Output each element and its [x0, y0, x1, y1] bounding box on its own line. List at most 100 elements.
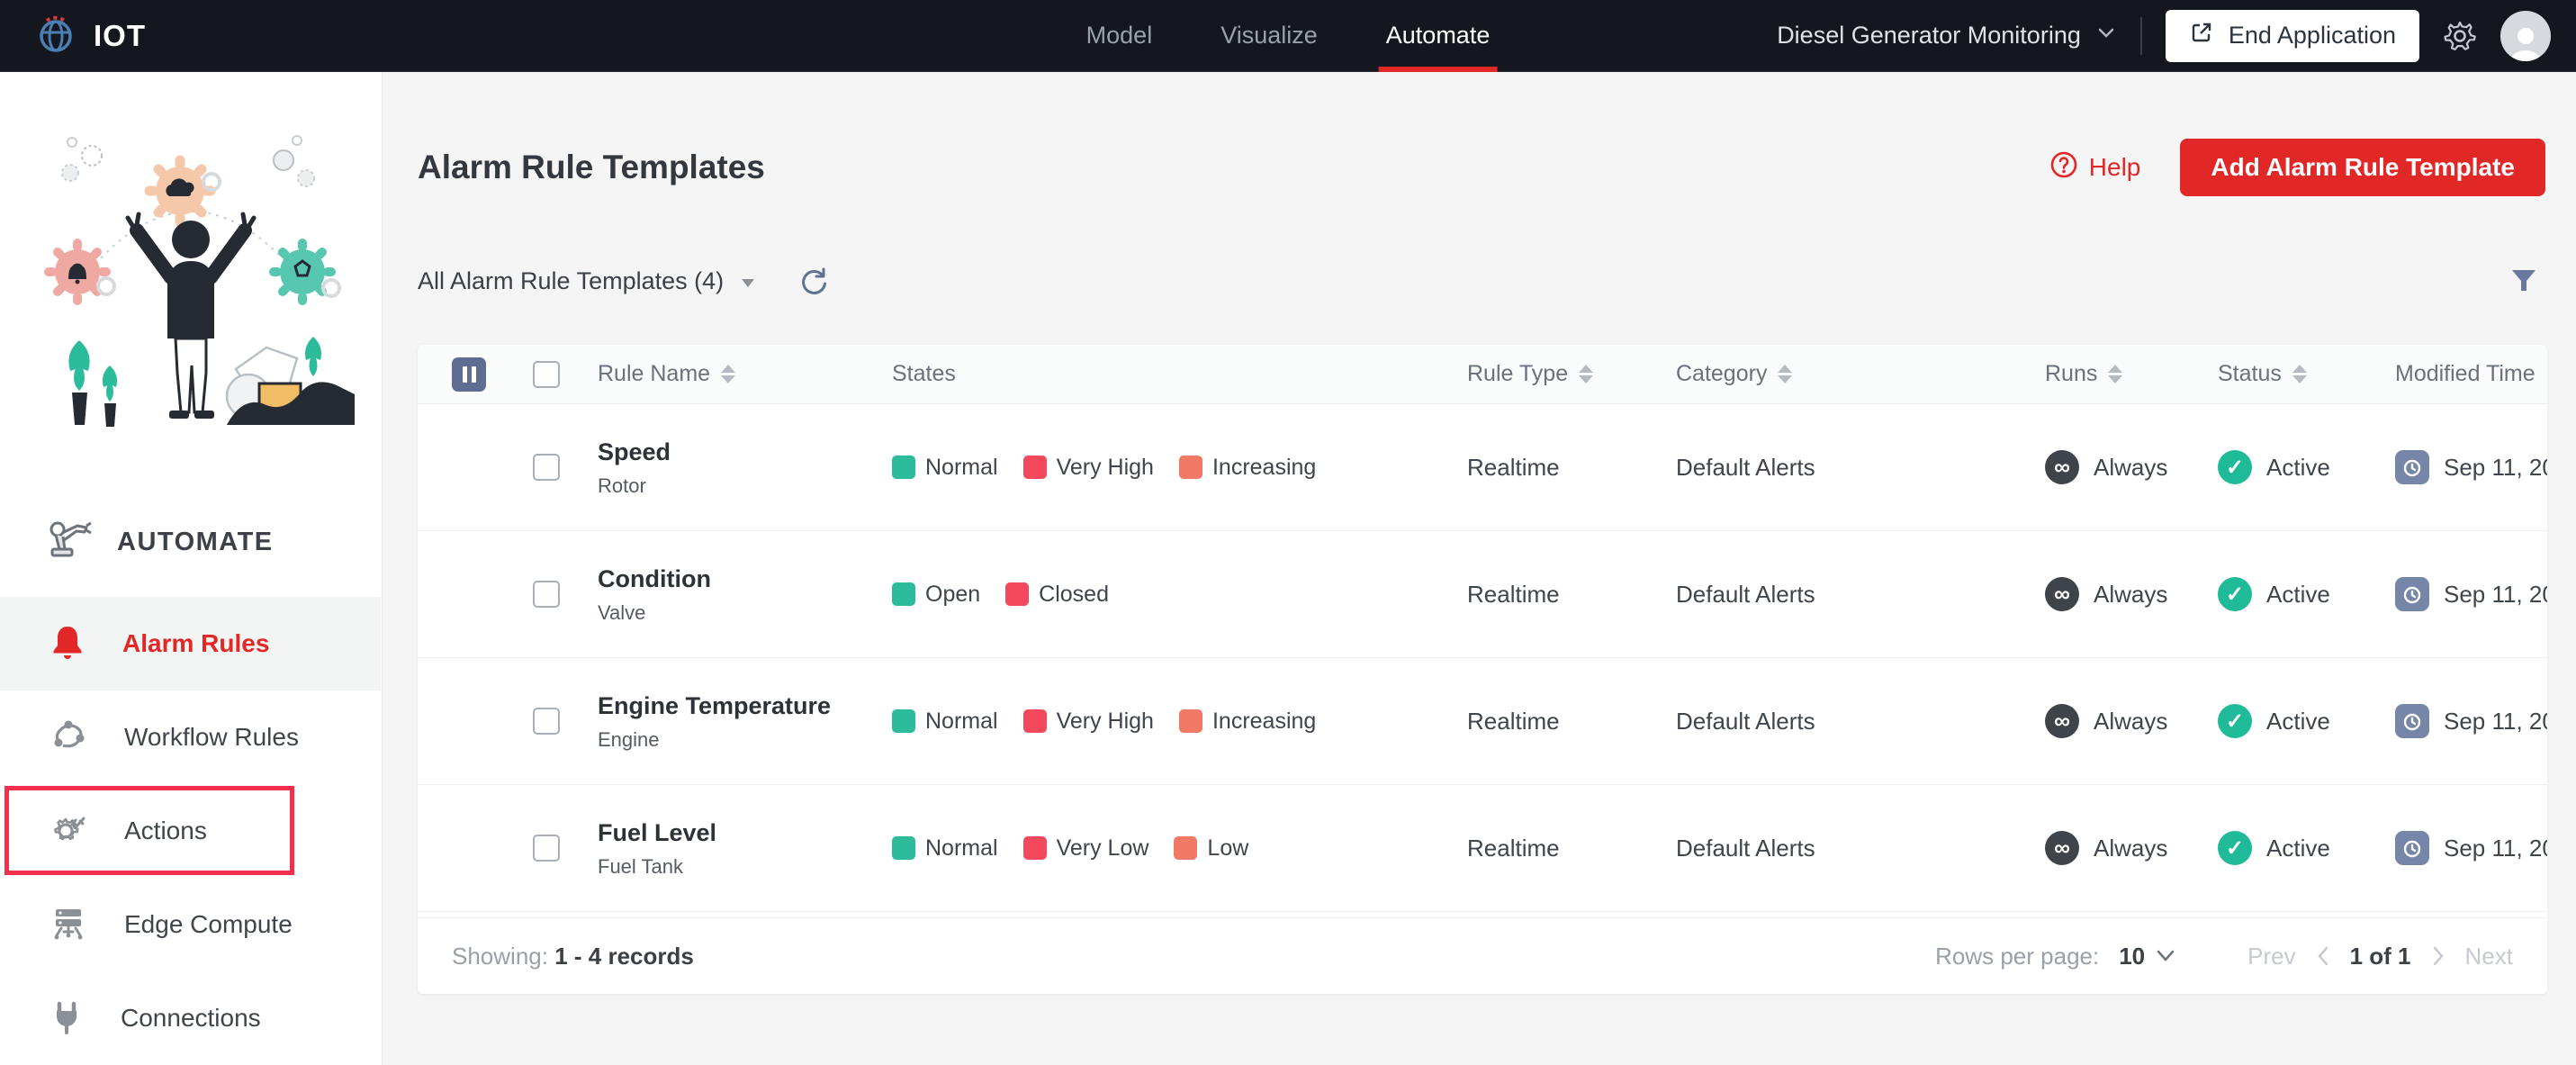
settings-gear-icon[interactable] — [2443, 19, 2477, 53]
app-selector-label: Diesel Generator Monitoring — [1777, 22, 2081, 50]
row-checkbox-cell — [517, 708, 576, 735]
end-application-label: End Application — [2229, 22, 2396, 50]
modified-time-clock-icon — [2395, 704, 2429, 738]
chevron-down-icon — [2095, 22, 2117, 50]
column-header-rule-name[interactable]: Rule Name — [576, 361, 878, 387]
state-chip: Very High — [1023, 455, 1154, 481]
sidebar-item-label: Workflow Rules — [124, 723, 299, 752]
rule-name-cell[interactable]: SpeedRotor — [576, 437, 878, 497]
chevron-right-icon[interactable] — [2431, 945, 2445, 967]
nav-tab-model[interactable]: Model — [1086, 0, 1153, 72]
refresh-icon[interactable] — [797, 265, 830, 297]
navbar-divider — [2140, 17, 2142, 55]
modified-time-clock-icon — [2395, 831, 2429, 865]
column-header-category[interactable]: Category — [1662, 361, 2031, 387]
modified-time-cell: Sep 11, 202 — [2383, 831, 2547, 865]
sidebar-item-actions[interactable]: Actions — [0, 784, 381, 878]
template-filter-label: All Alarm Rule Templates (4) — [418, 267, 724, 295]
rule-asset: Valve — [598, 601, 878, 625]
rule-type-cell: Realtime — [1455, 454, 1662, 482]
alarm-rule-templates-table: Rule NameStates Rule Type CategoryRuns Stat… — [418, 345, 2547, 994]
sidebar-item-edge-compute[interactable]: Edge Compute — [0, 878, 381, 971]
state-color-swatch — [892, 836, 915, 860]
sort-icon[interactable] — [1778, 365, 1792, 384]
state-color-swatch — [1174, 836, 1197, 860]
robot-arm-icon — [47, 520, 94, 564]
column-header-label: Modified Time — [2395, 361, 2535, 387]
state-chip: Normal — [892, 708, 998, 735]
states-cell: OpenClosed — [878, 582, 1455, 608]
header-checkbox-cell — [517, 361, 576, 388]
column-header-status[interactable]: Status — [2207, 361, 2383, 387]
sort-icon[interactable] — [1579, 365, 1593, 384]
row-checkbox[interactable] — [533, 835, 560, 862]
sidebar-item-alarm-rules[interactable]: Alarm Rules — [0, 597, 381, 690]
nav-tab-visualize[interactable]: Visualize — [1220, 0, 1318, 72]
state-color-swatch — [1023, 709, 1047, 733]
page-indicator: 1 of 1 — [2350, 943, 2411, 970]
state-label: Increasing — [1212, 455, 1316, 481]
rule-type-cell: Realtime — [1455, 581, 1662, 609]
rule-name-cell[interactable]: Fuel LevelFuel Tank — [576, 817, 878, 878]
filter-funnel-icon[interactable] — [2509, 266, 2538, 295]
top-navbar: IOT Model Visualize Automate Diesel Genera… — [0, 0, 2576, 72]
sort-icon[interactable] — [2108, 365, 2122, 384]
help-question-icon — [2049, 150, 2078, 185]
states-cell: NormalVery HighIncreasing — [878, 708, 1455, 735]
runs-label: Always — [2094, 835, 2167, 862]
nav-tab-automate[interactable]: Automate — [1386, 0, 1491, 72]
column-header-label: Status — [2218, 361, 2282, 387]
status-label: Active — [2266, 454, 2330, 482]
app-selector-dropdown[interactable]: Diesel Generator Monitoring — [1777, 22, 2117, 50]
workflow-icon — [50, 719, 86, 756]
plug-icon — [50, 998, 83, 1039]
app-logo[interactable]: IOT — [34, 11, 146, 60]
modified-time-cell: Sep 11, 202 — [2383, 577, 2547, 611]
actions-gear-icon — [50, 812, 86, 851]
column-header-rule-type[interactable]: Rule Type — [1455, 361, 1662, 387]
rule-name-cell[interactable]: Condition Valve — [576, 564, 878, 624]
row-checkbox[interactable] — [533, 708, 560, 735]
row-checkbox-cell — [517, 581, 576, 608]
external-link-icon — [2189, 20, 2214, 51]
category-cell: Default Alerts — [1662, 454, 2031, 482]
sidebar-menu: Alarm Rules Workflow Rules ActionsEdge Com… — [0, 597, 381, 1065]
runs-label: Always — [2094, 581, 2167, 609]
prev-button[interactable]: Prev — [2247, 943, 2295, 970]
rule-name-cell[interactable]: Engine TemperatureEngine — [576, 690, 878, 751]
column-header-runs[interactable]: Runs — [2031, 361, 2207, 387]
select-all-checkbox[interactable] — [533, 361, 560, 388]
end-application-button[interactable]: End Application — [2166, 10, 2419, 62]
sidebar-item-workflow-rules[interactable]: Workflow Rules — [0, 690, 381, 784]
status-cell: ✓Active — [2207, 450, 2383, 484]
row-checkbox[interactable] — [533, 581, 560, 608]
rule-name: Condition — [598, 564, 878, 595]
help-link[interactable]: Help — [2049, 150, 2141, 185]
status-active-check-icon: ✓ — [2218, 577, 2252, 611]
state-label: Very High — [1057, 455, 1154, 481]
next-button[interactable]: Next — [2465, 943, 2513, 970]
rows-per-page-select[interactable]: 10 — [2119, 943, 2175, 970]
row-checkbox[interactable] — [533, 454, 560, 481]
state-color-swatch — [892, 582, 915, 606]
sort-icon[interactable] — [721, 365, 735, 384]
column-header-states: States — [878, 361, 1455, 387]
rule-asset: Fuel Tank — [598, 855, 878, 879]
main-content: Alarm Rule Templates Help Add Alarm Rule… — [383, 72, 2576, 1065]
column-picker-icon[interactable] — [452, 357, 486, 392]
template-filter-dropdown[interactable]: All Alarm Rule Templates (4) — [418, 267, 756, 295]
add-alarm-rule-template-button[interactable]: Add Alarm Rule Template — [2180, 139, 2545, 196]
status-active-check-icon: ✓ — [2218, 831, 2252, 865]
state-color-swatch — [1179, 456, 1202, 479]
modified-time-clock-icon — [2395, 577, 2429, 611]
table-row: ConditionValveOpenClosedRealtimeDefault … — [418, 531, 2547, 658]
user-avatar[interactable] — [2500, 11, 2551, 61]
state-chip: Increasing — [1179, 455, 1316, 481]
sidebar-item-connections[interactable]: Connections — [0, 971, 381, 1065]
status-cell: ✓Active — [2207, 577, 2383, 611]
chevron-left-icon[interactable] — [2316, 945, 2330, 967]
sort-icon[interactable] — [2292, 365, 2307, 384]
state-chip: Increasing — [1179, 708, 1316, 735]
column-header-label: Rule Type — [1467, 361, 1568, 387]
states-cell: NormalVery HighIncreasing — [878, 455, 1455, 481]
